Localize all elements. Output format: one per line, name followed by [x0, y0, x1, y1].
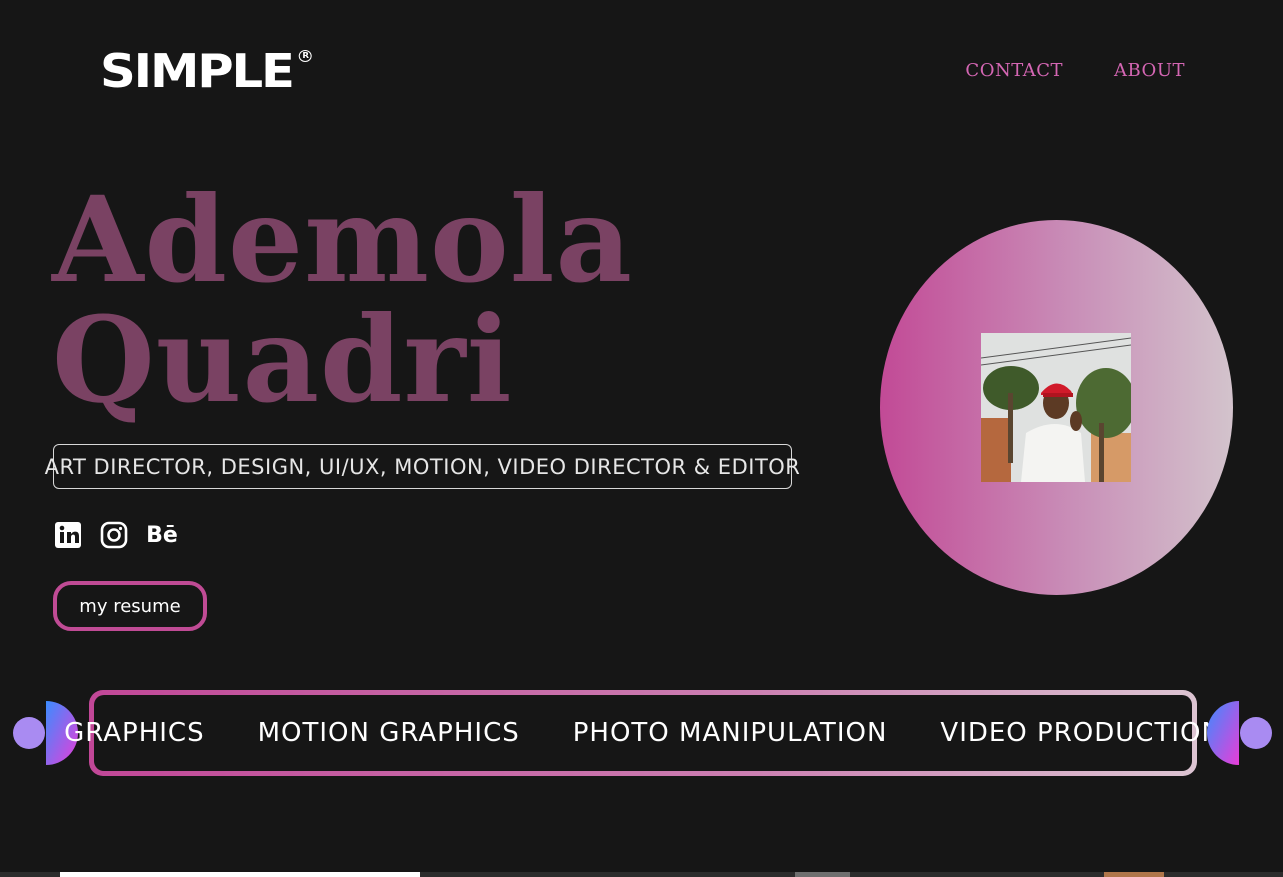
nav-contact-link[interactable]: CONTACT: [965, 60, 1063, 81]
services-marquee: GRAPHICS MOTION GRAPHICS PHOTO MANIPULAT…: [64, 690, 1221, 776]
hero-name: Ademola Quadri: [52, 180, 633, 420]
bottom-strip-segment: [60, 872, 420, 877]
hero-first-name: Ademola: [52, 170, 633, 309]
hero-last-name: Quadri: [52, 290, 513, 429]
right-decoration-icon: [1207, 701, 1272, 765]
resume-button[interactable]: my resume: [53, 581, 207, 631]
behance-label: Bē: [146, 522, 178, 548]
instagram-icon[interactable]: [99, 520, 129, 550]
service-graphics[interactable]: GRAPHICS: [64, 718, 205, 748]
social-links: Bē: [53, 520, 179, 550]
behance-icon[interactable]: Bē: [145, 520, 179, 550]
service-video-production[interactable]: VIDEO PRODUCTION: [940, 718, 1222, 748]
logo-text: SIMPLE: [100, 44, 295, 98]
resume-button-label: my resume: [79, 595, 181, 617]
top-nav: CONTACT ABOUT: [965, 60, 1185, 81]
logo[interactable]: SIMPLE R: [100, 48, 313, 94]
roles-text: ART DIRECTOR, DESIGN, UI/UX, MOTION, VID…: [44, 454, 801, 479]
bottom-strip-segment: [795, 872, 850, 877]
service-photo-manipulation[interactable]: PHOTO MANIPULATION: [573, 718, 888, 748]
roles-box: ART DIRECTOR, DESIGN, UI/UX, MOTION, VID…: [45, 444, 800, 489]
linkedin-icon[interactable]: [53, 520, 83, 550]
bottom-strip: [0, 872, 1283, 877]
registered-mark: R: [299, 50, 313, 62]
bottom-strip-segment: [1104, 872, 1164, 877]
profile-photo: [981, 333, 1131, 482]
profile-photo-circle: [880, 220, 1233, 595]
services-list: GRAPHICS MOTION GRAPHICS PHOTO MANIPULAT…: [64, 695, 1221, 771]
service-motion-graphics[interactable]: MOTION GRAPHICS: [258, 718, 520, 748]
nav-about-link[interactable]: ABOUT: [1114, 60, 1185, 81]
